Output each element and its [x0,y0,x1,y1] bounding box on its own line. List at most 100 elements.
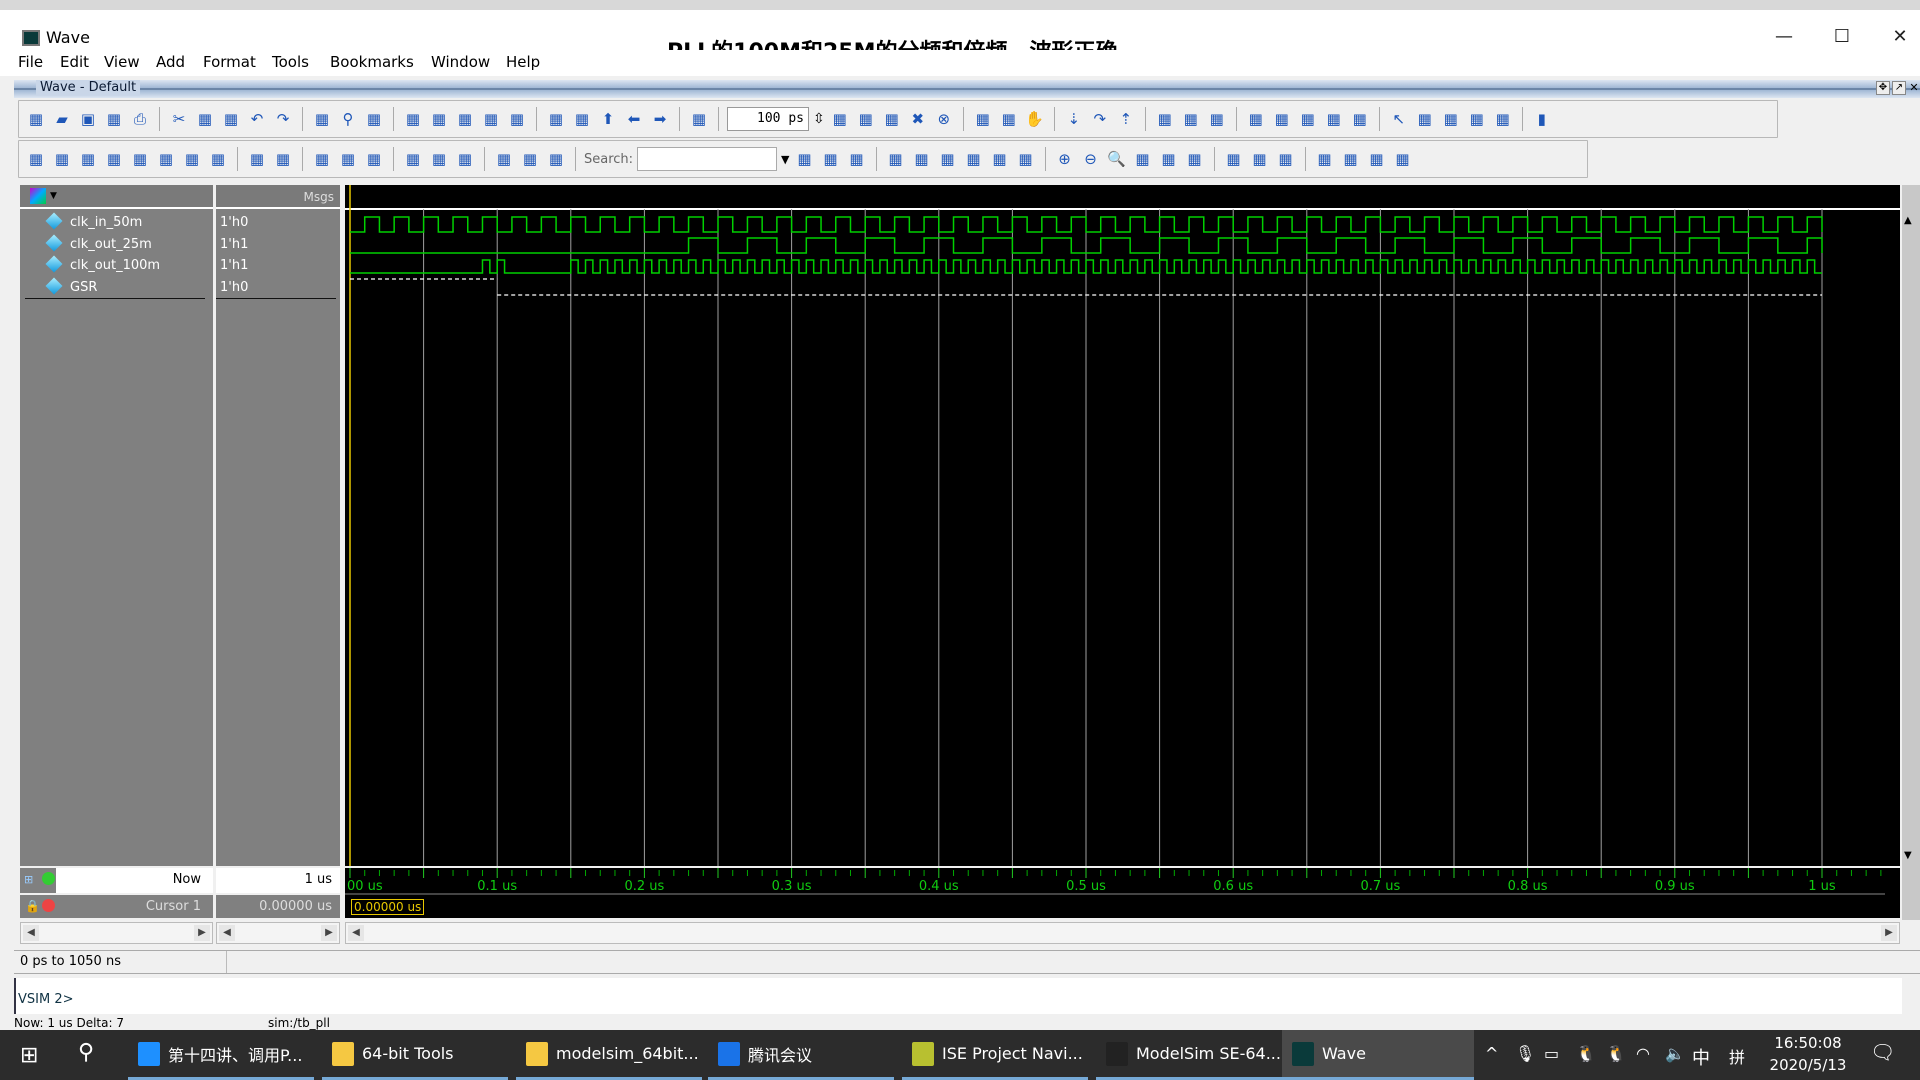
qq-icon[interactable]: 🐧 [1606,1044,1626,1063]
zoom-in-icon[interactable]: ⊕ [1054,148,1076,170]
signal-row[interactable]: clk_out_100m [45,255,160,276]
taskbar-item[interactable]: ISE Project Navi... [902,1030,1088,1080]
compare-dataset-icon[interactable]: ▦ [545,108,567,130]
taskbar-item[interactable]: 64-bit Tools [322,1030,508,1080]
delete-cursor-icon[interactable]: ▦ [51,148,73,170]
signal-row[interactable]: clk_in_50m [45,212,142,233]
profile-performance-icon[interactable]: ▦ [972,108,994,130]
hand-cursor-icon[interactable]: ✋ [1024,108,1046,130]
reload-icon[interactable]: ▦ [103,108,125,130]
load-dataset-icon[interactable]: ▦ [402,108,424,130]
pan-move-icon[interactable]: ▦ [1440,108,1462,130]
next-edge-icon[interactable]: ▦ [103,148,125,170]
search-icon[interactable]: ⚲ [78,1040,94,1065]
menu-edit[interactable]: Edit [60,53,89,71]
zoom-full-icon[interactable]: 🔍 [1106,148,1128,170]
edit-wave-icon[interactable]: ▦ [428,108,450,130]
clock-date[interactable]: 2020/5/13 [1766,1056,1850,1074]
fill-pattern-icon[interactable]: ▦ [1314,148,1336,170]
prev-falling-icon[interactable]: ▦ [937,148,959,170]
menu-bookmarks[interactable]: Bookmarks [330,53,414,71]
zoom-out-dropdown-icon[interactable]: ▦ [519,148,541,170]
taskbar-item[interactable]: Wave [1282,1030,1474,1080]
remove-cursor-icon[interactable] [42,899,55,912]
left-arrow-icon[interactable]: ⬅ [623,108,645,130]
save-icon[interactable]: ▣ [77,108,99,130]
lock-icon[interactable]: 🔒 [25,899,40,913]
taskbar-item[interactable]: 腾讯会议 [708,1030,894,1080]
signal-row[interactable]: clk_out_25m [45,234,152,255]
traffic-light-icon[interactable]: ▮ [1531,108,1553,130]
wave-config-edit-icon[interactable]: ▦ [1297,108,1319,130]
menu-help[interactable]: Help [506,53,540,71]
tray-expand-icon[interactable]: ^ [1485,1044,1498,1063]
wave-step-2-icon[interactable]: ▦ [428,148,450,170]
transcript-console[interactable]: VSIM 2> [14,978,1902,1014]
add-cursor-icon[interactable]: ⊞ [24,873,33,886]
profile-memory-icon[interactable]: ▦ [998,108,1020,130]
run-icon[interactable]: ▦ [829,108,851,130]
menu-format[interactable]: Format [203,53,256,71]
cursor-label[interactable]: Cursor 1 [146,899,201,914]
taskbar-item[interactable]: modelsim_64bit... [516,1030,702,1080]
taskbar-item[interactable]: 第十四讲、调用P... [128,1030,314,1080]
wave-config-remove-icon[interactable]: ▦ [1271,108,1293,130]
run-options-icon[interactable]: ▦ [311,108,333,130]
step-over-all-icon[interactable]: ▦ [1180,108,1202,130]
wave-clk_out_100m[interactable] [350,259,1822,274]
new-file-icon[interactable]: ▦ [25,108,47,130]
signal-row[interactable]: GSR [45,277,97,298]
run-all-icon[interactable]: ▦ [881,108,903,130]
scroll-up-icon[interactable]: ▲ [1904,215,1912,226]
break-delete-icon[interactable]: ▦ [506,108,528,130]
scroll-down-icon[interactable]: ▼ [1904,850,1912,861]
find-binoculars-icon[interactable]: ⚲ [337,108,359,130]
search-prev-icon[interactable]: ▦ [794,148,816,170]
wave-clk_in_50m[interactable] [350,216,1823,233]
battery-icon[interactable]: ▭ [1544,1044,1559,1063]
cursor-line-icon[interactable]: ▦ [1223,148,1245,170]
run-length-field[interactable]: 100 ps [727,107,809,131]
print-icon[interactable]: ⎙ [129,108,151,130]
cut-icon[interactable]: ✂ [168,108,190,130]
step-into-icon[interactable]: ⇣ [1063,108,1085,130]
redo-icon[interactable]: ↷ [272,108,294,130]
undock-icon[interactable]: ↗ [1892,81,1906,95]
wave-scrollbar[interactable]: ◀ ▶ [345,922,1900,944]
cursor-lines-icon[interactable]: ▦ [1466,108,1488,130]
cursor-time-marker[interactable]: 0.00000 us [351,899,425,915]
pane-close-icon[interactable]: ✕ [1908,81,1920,95]
step-time-icon[interactable]: ▦ [688,108,710,130]
wave-grid-icon[interactable]: ▦ [454,108,476,130]
zoom-box-icon[interactable]: ▦ [1414,108,1436,130]
undo-icon[interactable]: ↶ [246,108,268,130]
first-transition-icon[interactable]: ▦ [885,148,907,170]
run-continue-icon[interactable]: ▦ [855,108,877,130]
edge-3-icon[interactable]: ▦ [181,148,203,170]
chevron-down-icon[interactable]: ▼ [50,191,57,201]
search-dropdown-icon[interactable]: ▼ [781,153,789,166]
expand-time-icon[interactable]: ▦ [246,148,268,170]
stop-icon[interactable]: ⊗ [933,108,955,130]
dock-icon[interactable]: ✥ [1876,81,1890,95]
search-options-icon[interactable]: ▦ [846,148,868,170]
wave-config-save-icon[interactable]: ▦ [1323,108,1345,130]
wave-config-add-icon[interactable]: ▦ [1245,108,1267,130]
add-cursor-icon[interactable]: ▦ [25,148,47,170]
menu-window[interactable]: Window [431,53,490,71]
waveform-canvas[interactable] [345,185,1900,866]
volume-icon[interactable]: 🔈 [1665,1044,1685,1063]
clock-time[interactable]: 16:50:08 [1770,1034,1846,1052]
signal-tree-icon[interactable] [30,188,46,204]
restart-icon[interactable]: ▦ [480,108,502,130]
notification-icon[interactable]: 🗨 [1870,1040,1895,1064]
time-axis[interactable]: 00 us 0.1 us 0.2 us 0.3 us 0.4 us 0.5 us 0.6 u… [345,868,1900,918]
zoom-cursor-icon[interactable]: ▦ [1132,148,1154,170]
run-length-spinner[interactable]: ⇳ [813,111,825,127]
step-out-icon[interactable]: ⇡ [1115,108,1137,130]
select-pointer-icon[interactable]: ↖ [1388,108,1410,130]
copy-icon[interactable]: ▦ [194,108,216,130]
values-scrollbar[interactable]: ◀ ▶ [216,922,340,944]
zoom-area-icon[interactable]: ▦ [1184,148,1206,170]
step-over-icon[interactable]: ↷ [1089,108,1111,130]
